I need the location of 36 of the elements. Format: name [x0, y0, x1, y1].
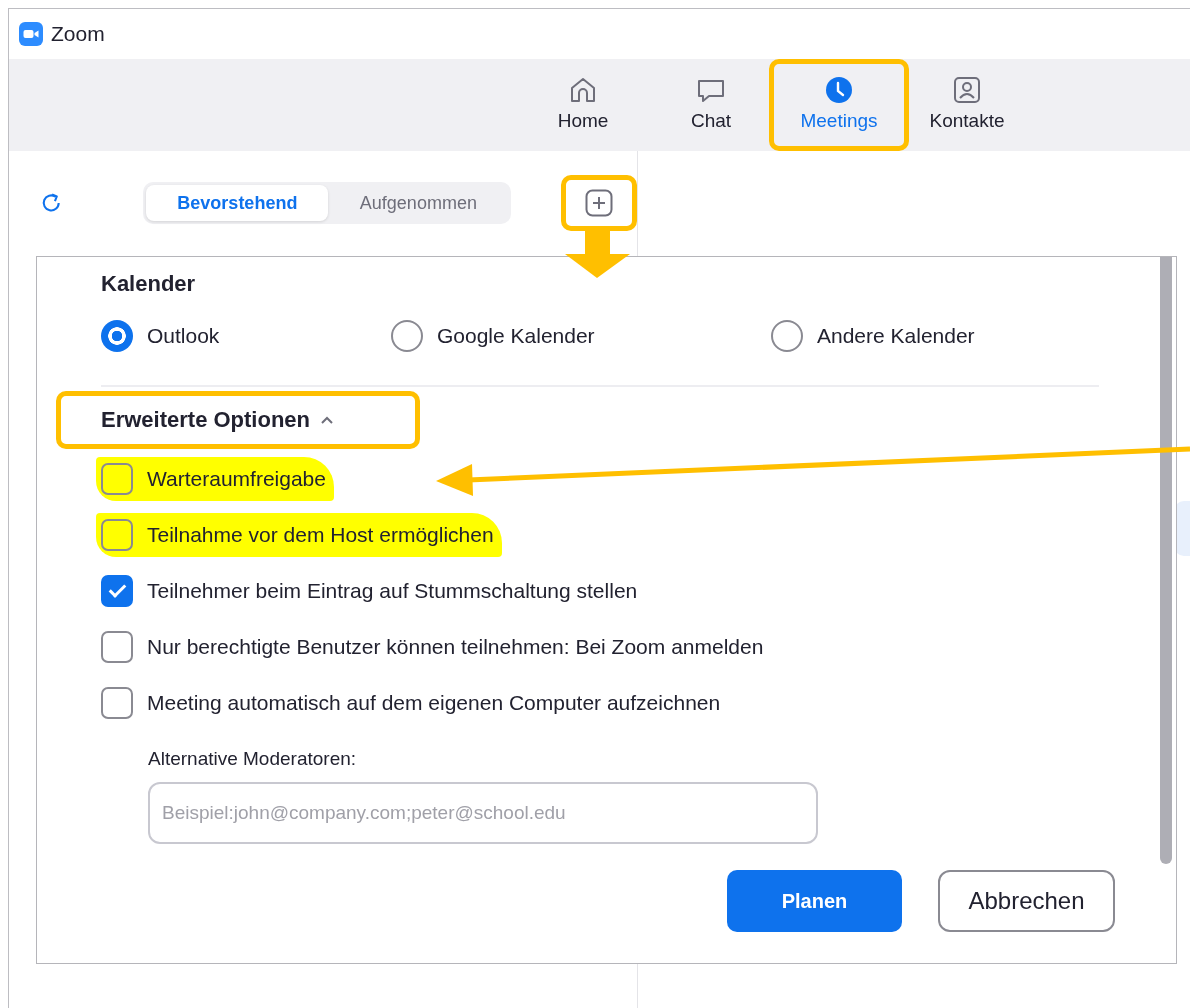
- segment-tab[interactable]: Bevorstehend: [146, 185, 329, 221]
- window-title: Zoom: [51, 21, 105, 48]
- radio-button[interactable]: [771, 320, 803, 352]
- checkbox-label: Meeting automatisch auf dem eigenen Computer aufzeichnen: [147, 690, 721, 717]
- schedule-button[interactable]: Planen: [727, 869, 902, 932]
- camera-icon: [19, 22, 43, 46]
- chevron-icon[interactable]: [320, 415, 335, 425]
- checkbox-label: Teilnehmer beim Eintrag auf Stummschaltung stellen: [147, 578, 638, 605]
- radio-label: Andere Kalender: [817, 323, 975, 350]
- radio-button[interactable]: [101, 320, 133, 352]
- nav-tab[interactable]: Meetings: [769, 59, 909, 151]
- add-button[interactable]: [585, 189, 614, 217]
- section-heading: Kalender: [101, 270, 197, 298]
- field-label: Alternative Moderatoren:: [148, 747, 358, 771]
- segment-tab[interactable]: Aufgenommen: [328, 185, 509, 221]
- checkbox-label: Warteraumfreigabe: [147, 466, 326, 493]
- radio-label: Outlook: [147, 323, 220, 350]
- checkbox[interactable]: [101, 687, 133, 719]
- radio-option[interactable]: Google Kalender: [391, 320, 771, 352]
- section-heading: Erweiterte Optionen: [101, 406, 311, 434]
- contact-icon: [952, 74, 982, 105]
- nav-tab[interactable]: Home: [519, 59, 647, 151]
- scrollbar-thumb[interactable]: [1160, 257, 1172, 864]
- checkbox[interactable]: [101, 631, 133, 663]
- radio-option[interactable]: Andere Kalender: [771, 320, 975, 352]
- checkbox-label: Nur berechtigte Benutzer können teilnehmen: Bei Zoom anmelden: [147, 634, 764, 661]
- checkbox[interactable]: [101, 575, 133, 607]
- checkbox-label: Teilnahme vor dem Host ermöglichen: [147, 522, 494, 549]
- input-field[interactable]: Beispiel:john@company.com;peter@school.edu: [148, 781, 818, 844]
- clock-icon: [824, 74, 854, 105]
- checkbox[interactable]: [101, 463, 133, 495]
- cancel-button[interactable]: Abbrechen: [938, 869, 1115, 932]
- radio-option[interactable]: Outlook: [101, 320, 391, 352]
- radio-button[interactable]: [391, 320, 423, 352]
- checkbox[interactable]: [101, 519, 133, 551]
- radio-label: Google Kalender: [437, 323, 595, 350]
